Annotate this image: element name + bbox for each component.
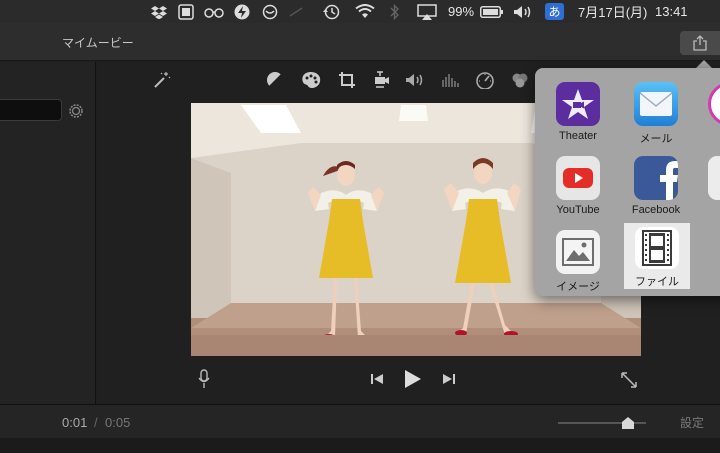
current-timecode: 0:01 (62, 415, 88, 430)
share-popover: Theater メール YouTube Facebook イメージ ファイル (535, 68, 720, 296)
total-timecode: 0:05 (105, 415, 131, 430)
youtube-icon (556, 156, 600, 200)
play-button[interactable] (402, 368, 424, 390)
macos-menubar: 99% あ 7月17日(月) 13:41 (0, 0, 720, 23)
itunes-icon (708, 82, 720, 126)
link-icon[interactable] (287, 3, 305, 20)
fullscreen-icon[interactable] (618, 369, 640, 391)
skip-forward-button[interactable] (440, 371, 458, 387)
share-mail[interactable]: メール (623, 78, 689, 146)
bluetooth-icon[interactable] (388, 3, 402, 20)
time-machine-icon[interactable] (320, 3, 342, 20)
dropbox-icon[interactable] (150, 3, 168, 20)
mail-icon (634, 82, 678, 126)
share-image[interactable]: イメージ (545, 226, 611, 294)
timecode-separator: / (94, 415, 98, 430)
volume-menubar-icon[interactable] (512, 3, 534, 20)
airplay-icon[interactable] (416, 3, 438, 20)
glasses-icon[interactable] (203, 3, 225, 20)
settings-button[interactable]: 設定 (680, 414, 704, 431)
share-theater[interactable]: Theater (545, 78, 611, 146)
share-youtube[interactable]: YouTube (545, 152, 611, 220)
speed-icon[interactable] (475, 70, 495, 90)
timeline-area (0, 438, 720, 453)
stabilization-icon[interactable] (371, 70, 391, 90)
filter-icon[interactable] (510, 70, 530, 90)
microphone-icon[interactable] (195, 368, 213, 390)
vimeo-icon (708, 156, 720, 200)
share-file[interactable]: ファイル (624, 223, 690, 289)
skip-back-button[interactable] (368, 371, 386, 387)
volume-icon[interactable] (405, 70, 425, 90)
menubar-time[interactable]: 13:41 (655, 3, 697, 20)
gear-icon[interactable] (67, 102, 85, 120)
library-panel (0, 62, 96, 404)
zoom-slider-knob[interactable] (622, 416, 634, 429)
battery-icon[interactable] (479, 3, 503, 20)
crop-icon[interactable] (337, 70, 357, 90)
share-more-partial[interactable] (703, 78, 720, 146)
timeline-header: 0:01 / 0:05 設定 (0, 404, 720, 438)
battery-percent: 99% (448, 4, 475, 19)
share-facebook[interactable]: Facebook (623, 152, 689, 220)
circle-slash-icon[interactable] (261, 3, 279, 20)
imovie-window: 99% あ 7月17日(月) 13:41 マイムービー 0:01 / 0:05 … (0, 0, 720, 453)
window-titlebar: マイムービー (0, 23, 720, 61)
input-method-indicator[interactable]: あ (545, 3, 564, 20)
search-input[interactable] (0, 99, 62, 121)
magic-wand-icon[interactable] (152, 70, 172, 90)
bolt-icon[interactable] (233, 3, 251, 20)
equalizer-icon[interactable] (440, 70, 460, 90)
share-button[interactable] (680, 31, 720, 55)
wifi-icon[interactable] (353, 3, 377, 20)
film-file-icon (635, 227, 679, 269)
facebook-icon (634, 156, 678, 200)
evernote-icon[interactable] (177, 3, 195, 20)
theater-star-icon (556, 82, 600, 126)
palette-icon[interactable] (301, 70, 321, 90)
share-icon (693, 35, 707, 51)
menubar-date[interactable]: 7月17日(月) (578, 3, 650, 20)
project-title: マイムービー (62, 36, 134, 50)
image-icon (556, 230, 600, 274)
color-balance-icon[interactable] (265, 70, 285, 90)
share-more-partial-2[interactable] (703, 152, 720, 220)
